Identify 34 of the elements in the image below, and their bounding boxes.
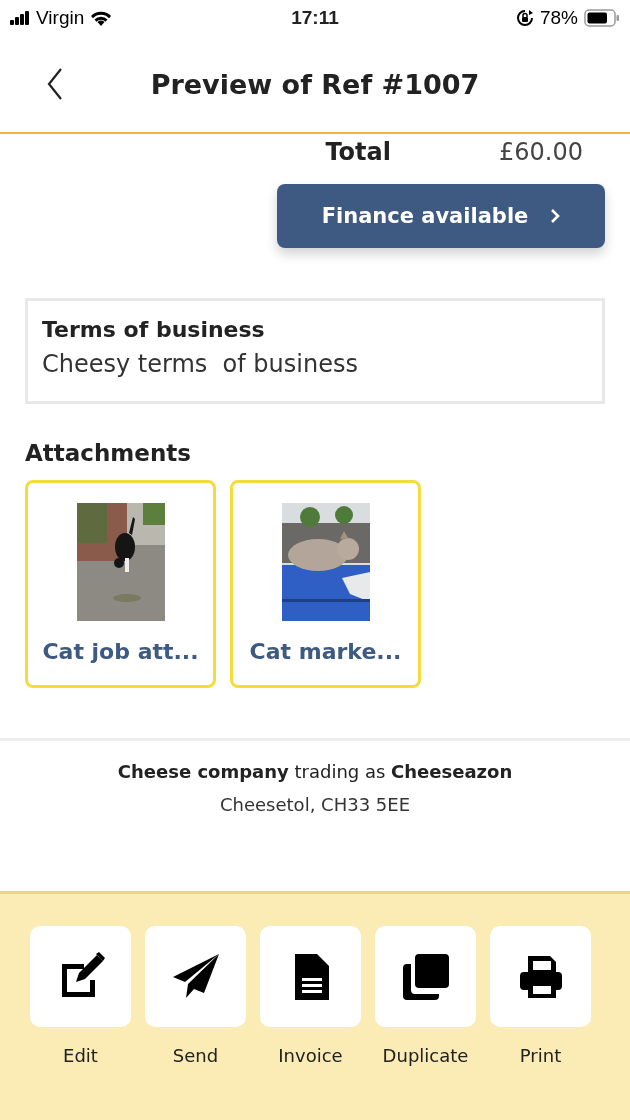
send-button[interactable] [145,926,246,1027]
status-time: 17:11 [291,7,339,29]
finance-button[interactable]: Finance available [277,184,605,248]
edit-button[interactable] [30,926,131,1027]
total-value: £60.00 [499,138,583,168]
chevron-right-icon [550,208,561,224]
terms-text: Cheesy terms of business [42,350,359,378]
section-title: Attachments [25,440,192,466]
invoice-button[interactable] [260,926,361,1027]
action-label: Edit [63,1045,98,1066]
duplicate-icon [400,951,451,1002]
action-label: Duplicate [382,1045,469,1066]
back-button[interactable] [47,68,63,100]
total-label: Total [325,138,391,168]
signal-icon [10,11,30,25]
attachment-name: Cat job att... [42,639,199,664]
action-label: Print [519,1045,562,1066]
wifi-icon [90,10,113,26]
terms-title: Terms of business [42,317,266,342]
duplicate-button[interactable] [375,926,476,1027]
action-label: Send [172,1045,219,1066]
print-button[interactable] [490,926,591,1027]
battery-icon [584,9,620,27]
back-chevron-icon [47,68,63,100]
attachment-card[interactable]: Cat marke... [230,480,421,688]
carrier-name: Virgin [36,7,85,29]
company-line: Cheese company trading as Cheeseazon [116,761,514,782]
action-label: Invoice [278,1045,343,1066]
attachment-name: Cat marke... [249,639,402,664]
page-title: Preview of Ref #1007 [149,68,481,100]
attachment-card[interactable]: Cat job att... [25,480,216,688]
company-address: Cheesetol, CH33 5EE [219,794,411,815]
rotation-lock-icon [515,9,534,27]
battery-percent: 78% [539,7,578,29]
